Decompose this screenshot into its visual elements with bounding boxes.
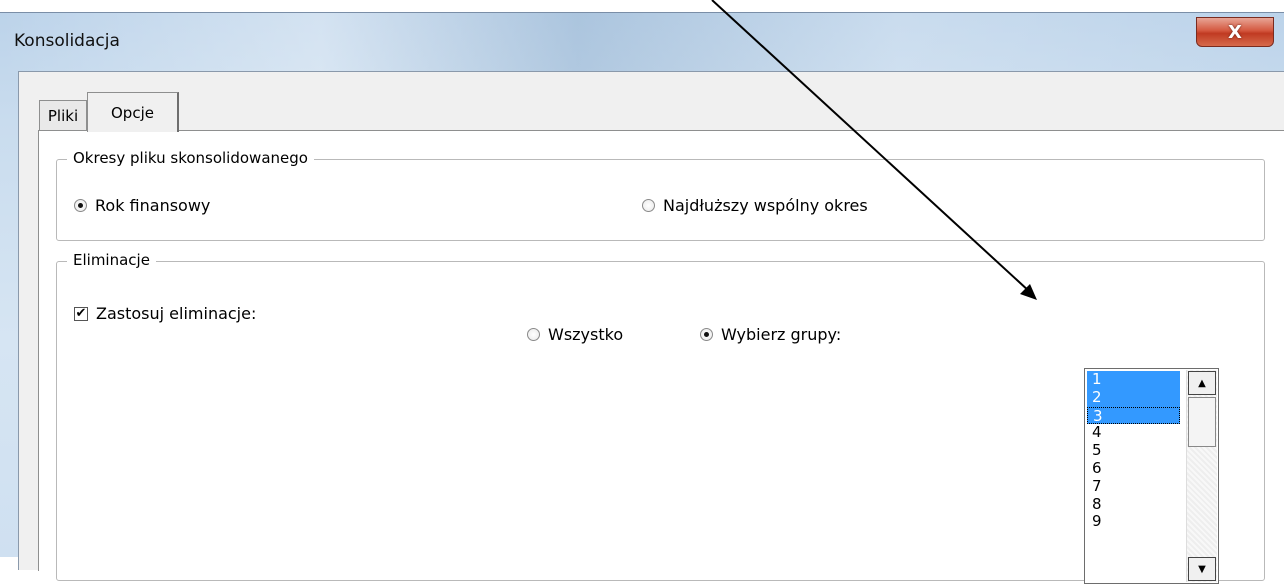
apply-eliminations-check-box[interactable]: ✔ [74, 305, 88, 321]
list-item[interactable]: 6 [1087, 459, 1180, 478]
list-item[interactable]: 2 [1087, 388, 1180, 407]
apply-eliminations-label: Zastosuj eliminacje: [96, 304, 257, 323]
scroll-thumb[interactable] [1188, 397, 1216, 447]
arrow-down-icon: ▼ [1198, 563, 1206, 575]
scroll-down-button[interactable]: ▼ [1188, 557, 1216, 581]
radio-all-circle[interactable] [527, 328, 540, 341]
tab-panel-opcje: Okresy pliku skonsolidowanego Rok finans… [38, 130, 1284, 584]
periods-group-legend: Okresy pliku skonsolidowanego [67, 149, 314, 167]
radio-fiscal-year-label: Rok finansowy [95, 196, 211, 215]
radio-select-groups[interactable]: Wybierz grupy: [700, 325, 841, 344]
list-item[interactable]: 1 [1087, 370, 1180, 389]
apply-eliminations-checkbox[interactable]: ✔ Zastosuj eliminacje: [74, 304, 256, 323]
list-item[interactable]: 9 [1087, 513, 1180, 531]
radio-all-label: Wszystko [548, 325, 624, 344]
radio-fiscal-year-circle[interactable] [74, 199, 87, 212]
close-button[interactable]: X [1196, 17, 1274, 47]
radio-select-groups-circle[interactable] [700, 328, 713, 341]
tab-pliki[interactable]: Pliki [39, 100, 87, 130]
periods-group: Okresy pliku skonsolidowanego Rok finans… [56, 149, 1265, 241]
checkmark-icon: ✔ [75, 305, 87, 321]
dialog-client-area: Pliki Opcje Okresy pliku skonsolidowaneg… [18, 71, 1284, 584]
arrow-up-icon: ▲ [1198, 377, 1206, 389]
tab-pliki-label: Pliki [47, 106, 79, 125]
listbox-scrollbar[interactable]: ▲ ▼ [1186, 370, 1217, 582]
radio-longest-common-period-label: Najdłuższy wspólny okres [663, 196, 868, 215]
dialog-window: Konsolidacja X Pliki Opcje Okresy pliku … [0, 12, 1284, 584]
groups-listbox[interactable]: 1 2 3 4 5 6 7 8 9 ▲ ▼ [1084, 368, 1219, 584]
radio-longest-common-period[interactable]: Najdłuższy wspólny okres [642, 196, 868, 215]
radio-select-groups-label: Wybierz grupy: [721, 325, 842, 344]
list-item[interactable]: 8 [1087, 495, 1180, 514]
list-item[interactable]: 5 [1087, 441, 1180, 460]
list-item[interactable]: 3 [1087, 406, 1180, 424]
radio-fiscal-year[interactable]: Rok finansowy [74, 196, 210, 215]
list-item[interactable]: 7 [1087, 477, 1180, 496]
close-icon: X [1228, 21, 1242, 43]
eliminations-group-legend: Eliminacje [67, 251, 156, 269]
tab-opcje-label: Opcje [111, 103, 154, 122]
window-title: Konsolidacja [14, 31, 120, 51]
radio-longest-common-period-circle[interactable] [642, 199, 655, 212]
radio-all[interactable]: Wszystko [527, 325, 623, 344]
groups-list-items: 1 2 3 4 5 6 7 8 9 [1087, 370, 1180, 531]
tab-opcje[interactable]: Opcje [87, 92, 179, 132]
title-bar[interactable] [0, 13, 1284, 73]
scroll-up-button[interactable]: ▲ [1188, 371, 1216, 395]
list-item[interactable]: 4 [1087, 424, 1180, 442]
